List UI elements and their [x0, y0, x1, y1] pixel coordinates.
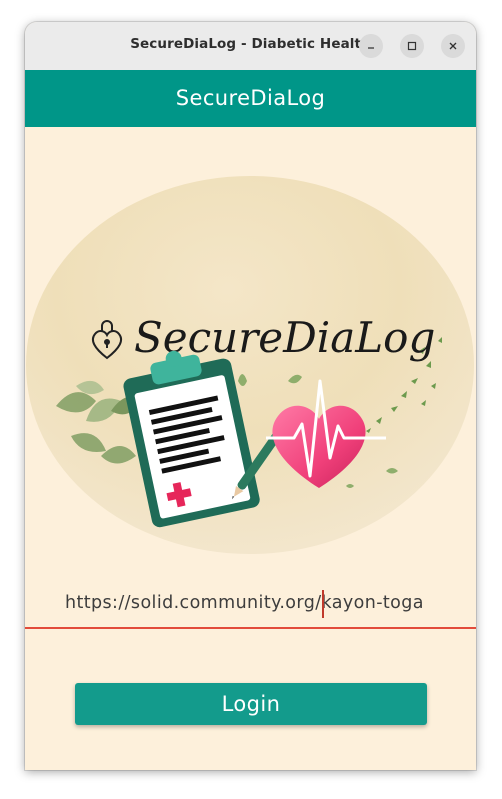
app-logo-image: SecureDiaLog — [26, 176, 474, 554]
login-page: SecureDiaLog https://solid.community.org… — [25, 127, 476, 770]
app-bar-title: SecureDiaLog — [175, 86, 326, 110]
window-titlebar[interactable]: SecureDiaLog - Diabetic Health — [25, 22, 476, 71]
close-button[interactable] — [441, 34, 465, 58]
text-caret — [322, 590, 324, 618]
pod-url-input[interactable]: https://solid.community.org/kayon-toga — [25, 583, 476, 629]
app-bar: SecureDiaLog — [25, 70, 476, 127]
app-window: SecureDiaLog - Diabetic Health SecureDia… — [25, 22, 476, 770]
minimize-button[interactable] — [359, 34, 383, 58]
maximize-button[interactable] — [400, 34, 424, 58]
minimize-icon — [368, 47, 374, 49]
login-button[interactable]: Login — [75, 683, 427, 725]
maximize-icon — [407, 41, 417, 51]
pod-url-value: https://solid.community.org/kayon-toga — [65, 593, 424, 613]
close-icon — [449, 42, 457, 50]
